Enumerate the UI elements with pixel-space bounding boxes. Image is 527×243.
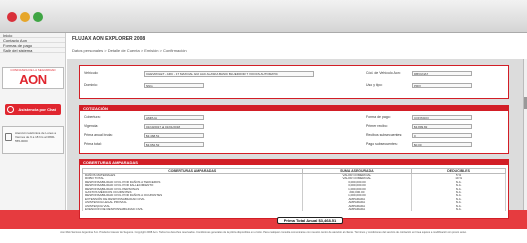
payment-form-label: Forma de pago: xyxy=(366,115,391,119)
content-area: Vehículo: CHEVROLET - ARC - 17 MAXCIAL G… xyxy=(67,59,525,219)
coverage-cell: EXENCIÓN DE RESPONSABILIDAD CIVIL xyxy=(82,207,303,212)
vehicle-label: Vehículo: xyxy=(84,71,99,75)
subsequent-payment-label: Pago subsecuentes: xyxy=(366,142,398,146)
quote-section: COTIZACIÓN Cobertura: AMPLIA Forma de pa… xyxy=(79,105,509,154)
coverage-label: Cobertura: xyxy=(84,115,101,119)
total-premium-label: Prima total: xyxy=(84,142,102,146)
coverages-table: COBERTURAS AMPARADAS SUMA ASEGURADA DEDU… xyxy=(82,168,506,212)
plate-label: Dominio: xyxy=(84,83,98,87)
footer-legal-text: Aon Risk Services Argentina S.A. Product… xyxy=(0,229,527,243)
payment-form-field: CONTADO xyxy=(412,115,472,120)
coverages-section: COBERTURAS AMPARADAS COBERTURAS AMPARADA… xyxy=(79,159,509,219)
subsequent-payment-field: $0.00 xyxy=(412,142,472,147)
plate-field: NNG xyxy=(144,83,204,88)
plate-row: Dominio: NNG Uso y tipo: PRIV xyxy=(84,82,504,89)
sidebar-item-salir[interactable]: Salir del sistema xyxy=(0,48,65,53)
chat-assistance-label: Asistencia por Chat xyxy=(18,107,56,112)
sidebar: Inicio Contacto Aon Formas de pago Salir… xyxy=(0,33,66,210)
coverages-section-title: COBERTURAS AMPARADAS xyxy=(80,160,508,165)
aon-logo: AON xyxy=(19,72,47,87)
vertical-scrollbar[interactable] xyxy=(523,59,527,210)
vehicle-field: CHEVROLET - ARC - 17 MAXCIAL GUI AAC ALA… xyxy=(144,71,314,77)
total-premium-badge: Prima Total Anual $3,468.51 xyxy=(277,217,343,224)
first-receipt-label: Primer recibo: xyxy=(366,124,388,128)
phone-info-box: Atención telefónica de Lunes a Viernes d… xyxy=(2,126,64,154)
browser-window: Inicio Contacto Aon Formas de pago Salir… xyxy=(0,0,527,243)
phone-icon xyxy=(5,133,12,141)
use-type-field: PRIV xyxy=(412,83,472,88)
vehicle-row: Vehículo: CHEVROLET - ARC - 17 MAXCIAL G… xyxy=(84,70,504,77)
quote-row: Prima anual bruta: $3,468.51 Recibos sub… xyxy=(84,132,504,139)
logo-box: CONFIANZA DE LA SEGURIDAD AON xyxy=(2,67,64,89)
chat-assistance-button[interactable]: Asistencia por Chat xyxy=(5,104,61,115)
annual-premium-label: Prima anual bruta: xyxy=(84,133,113,137)
deductible-cell: N.A. xyxy=(411,207,506,212)
table-row: EXENCIÓN DE RESPONSABILIDAD CIVIL AMPARAD… xyxy=(82,207,506,212)
maximize-window-button[interactable] xyxy=(33,12,43,22)
total-premium-field: $3,952.52 xyxy=(144,142,204,147)
quote-section-title: COTIZACIÓN xyxy=(80,106,508,111)
vehicle-section: Vehículo: CHEVROLET - ARC - 17 MAXCIAL G… xyxy=(79,65,509,99)
vehicle-code-label: Cód. de Vehículo Aon: xyxy=(366,71,401,75)
sum-cell: AMPARADA xyxy=(301,207,413,212)
close-window-button[interactable] xyxy=(7,12,17,22)
annual-premium-field: $3,468.51 xyxy=(144,133,204,138)
subsequent-receipts-field: 0 xyxy=(412,133,472,138)
quote-row: Prima total: $3,952.52 Pago subsecuentes… xyxy=(84,141,504,148)
validity-field: 01/10/2017 al 01/01/2018 xyxy=(144,124,204,129)
breadcrumb[interactable]: Datos personales > Detalle de Cuenta > E… xyxy=(72,48,187,53)
main-panel: FLUJAX AON EXPLORER 2008 Datos personale… xyxy=(67,33,527,219)
coverages-table-body: DAÑOS MATERIALES VALOR COMERCIAL 5 % ROBO T… xyxy=(82,173,506,212)
chat-icon xyxy=(7,106,14,113)
validity-label: Vigencia: xyxy=(84,124,99,128)
use-type-label: Uso y tipo: xyxy=(366,83,383,87)
title-bar xyxy=(0,0,527,33)
vehicle-code-field: DBVUNA7 xyxy=(412,71,472,76)
page-title: FLUJAX AON EXPLORER 2008 xyxy=(72,36,146,42)
coverage-field: AMPLIA xyxy=(144,115,204,120)
phone-info-text: Atención telefónica de Lunes a Viernes d… xyxy=(15,131,57,143)
quote-row: Vigencia: 01/10/2017 al 01/01/2018 Prime… xyxy=(84,123,504,130)
quote-row: Cobertura: AMPLIA Forma de pago: CONTADO xyxy=(84,114,504,121)
minimize-window-button[interactable] xyxy=(20,12,30,22)
subsequent-receipts-label: Recibos subsecuentes: xyxy=(366,133,403,137)
first-receipt-field: $3,899.82 xyxy=(412,124,472,129)
